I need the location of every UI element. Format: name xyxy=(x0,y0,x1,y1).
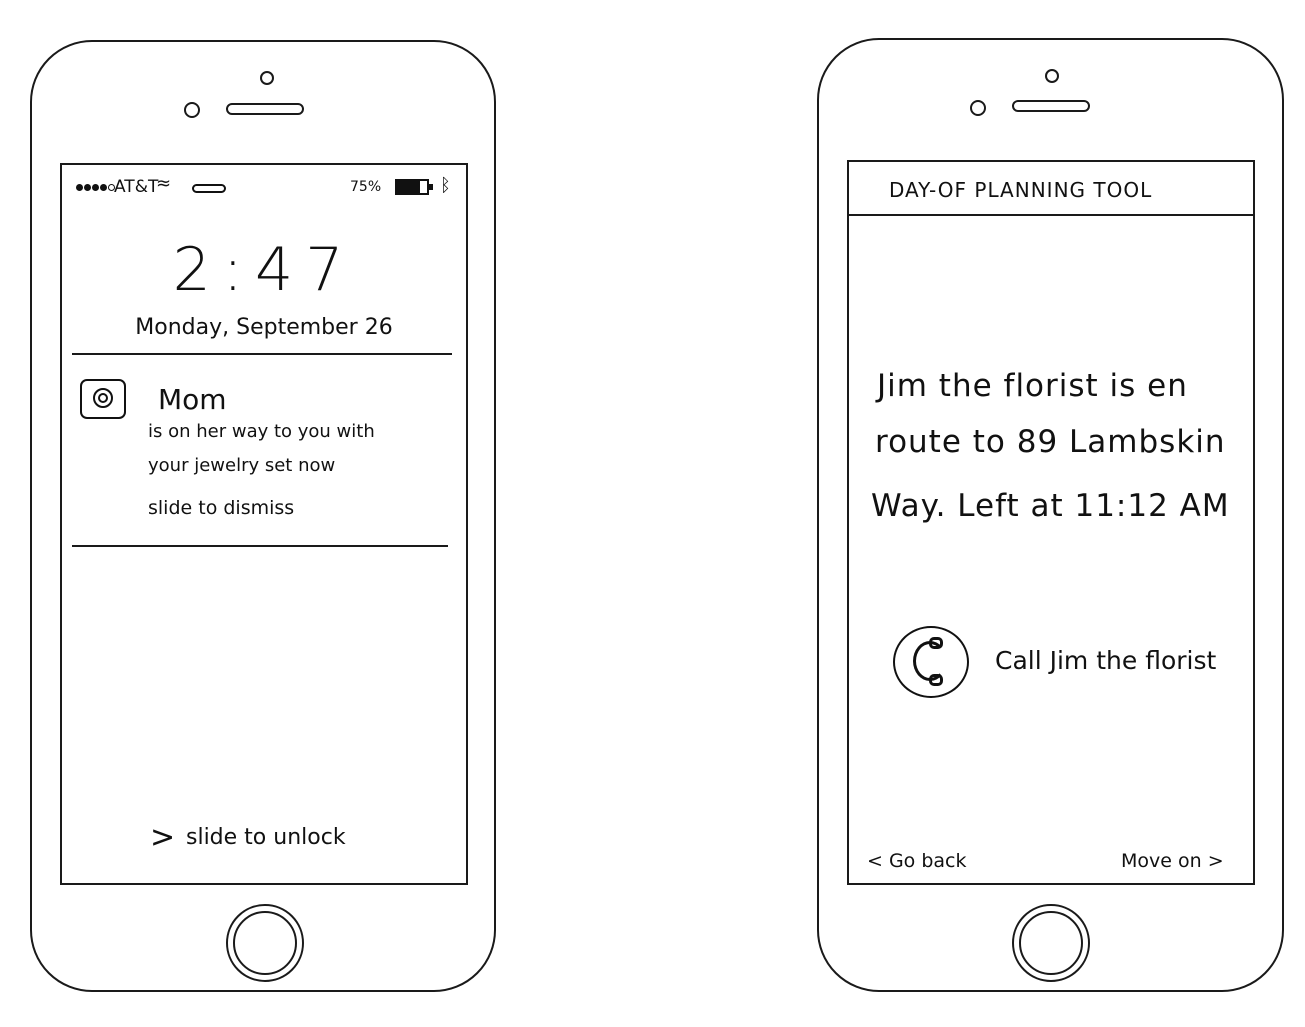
header-divider xyxy=(849,214,1253,216)
divider xyxy=(72,353,452,355)
slide-to-dismiss[interactable]: slide to dismiss xyxy=(148,497,294,519)
lock-screen: AT&T ≈ 75% ᛒ 2:47 Monday, September 26 M… xyxy=(60,163,468,885)
status-message-line-2: route to 89 Lambskin xyxy=(875,424,1226,460)
chevron-right-icon: > xyxy=(150,820,176,855)
call-button[interactable]: Call Jim the florist xyxy=(889,622,1253,702)
divider xyxy=(72,545,448,547)
lock-status-icon xyxy=(192,184,226,193)
ring-icon xyxy=(80,379,126,419)
camera-icon xyxy=(260,71,274,85)
battery-percent: 75% xyxy=(350,179,382,195)
sensor-icon xyxy=(970,100,986,116)
camera-icon xyxy=(1045,69,1059,83)
battery-icon xyxy=(395,179,433,195)
go-back-button[interactable]: < Go back xyxy=(867,850,967,872)
sensor-icon xyxy=(184,102,200,118)
speaker-grille xyxy=(226,103,304,115)
planning-screen: DAY-OF PLANNING TOOL Jim the florist is … xyxy=(847,160,1255,885)
slide-to-unlock[interactable]: > slide to unlock xyxy=(150,820,380,860)
lock-date: Monday, September 26 xyxy=(135,315,393,340)
speaker-grille xyxy=(1012,100,1090,112)
phone-icon xyxy=(893,626,969,698)
carrier-label: AT&T xyxy=(114,177,159,197)
move-on-button[interactable]: Move on > xyxy=(1121,850,1224,872)
wifi-icon: ≈ xyxy=(156,173,172,194)
status-message-line-3: Way. Left at 11:12 AM xyxy=(871,488,1230,524)
notification-line-1: is on her way to you with xyxy=(148,421,375,442)
signal-strength-icon xyxy=(76,184,115,191)
notification-title: Mom xyxy=(158,383,227,416)
bluetooth-icon: ᛒ xyxy=(440,175,451,196)
slide-to-unlock-label: slide to unlock xyxy=(186,825,346,850)
home-button[interactable] xyxy=(226,904,304,982)
notification-card[interactable]: Mom is on her way to you with your jewel… xyxy=(72,357,452,547)
notification-line-2: your jewelry set now xyxy=(148,455,336,476)
page-title: DAY-OF PLANNING TOOL xyxy=(889,178,1153,202)
home-button[interactable] xyxy=(1012,904,1090,982)
status-message-line-1: Jim the florist is en xyxy=(877,368,1188,404)
lock-time: 2:47 xyxy=(172,235,356,305)
call-label: Call Jim the florist xyxy=(995,646,1217,675)
